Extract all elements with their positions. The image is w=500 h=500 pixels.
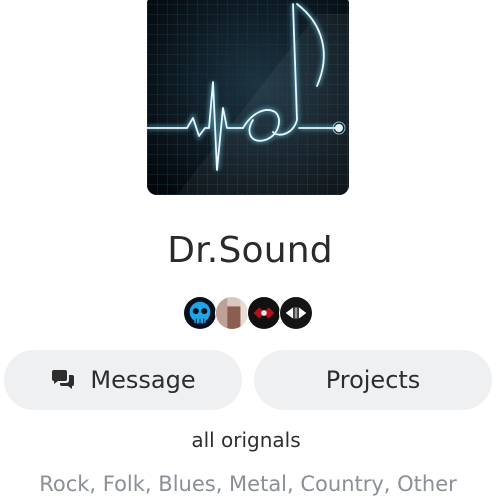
heartbeat-music-note-icon	[147, 0, 349, 195]
projects-button[interactable]: Projects	[254, 350, 492, 410]
chat-bubbles-icon	[50, 369, 76, 391]
message-button-label: Message	[90, 366, 196, 394]
skull-avatar-icon[interactable]	[183, 296, 217, 330]
mutual-followers-group[interactable]	[183, 296, 323, 330]
profile-name: Dr.Sound	[167, 230, 333, 271]
profile-genres: Rock, Folk, Blues, Metal, Country, Other	[39, 472, 457, 496]
projects-button-label: Projects	[325, 366, 421, 394]
message-button[interactable]: Message	[4, 350, 242, 410]
profile-page: Dr.Sound Message Projects all orignals R…	[0, 0, 500, 500]
profile-artwork[interactable]	[147, 0, 349, 195]
profile-bio: all orignals	[191, 428, 301, 452]
crest-avatar-icon[interactable]	[247, 296, 281, 330]
photo-avatar-icon[interactable]	[215, 296, 249, 330]
media-controls-avatar-icon[interactable]	[279, 296, 313, 330]
